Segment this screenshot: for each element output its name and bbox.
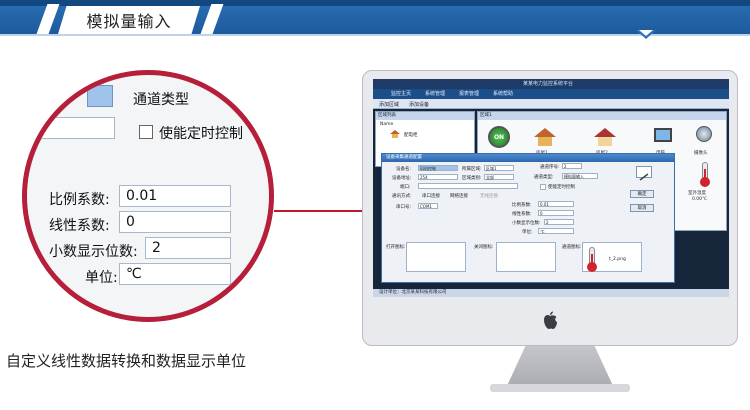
dlg-serial-select[interactable]: COM1 bbox=[418, 203, 438, 209]
area-list-col-name: Name bbox=[380, 122, 394, 127]
dlg-device-name-label: 设备名: bbox=[396, 167, 412, 172]
area-list-header: 区域列表 bbox=[376, 112, 474, 120]
dlg-ratio-label: 比例系数: bbox=[512, 203, 532, 208]
toolbar-add-area[interactable]: 添加区域 bbox=[379, 101, 399, 108]
zoom-dropdown-fragment bbox=[87, 85, 113, 107]
zoom-channel-type-label: 通道类型 bbox=[133, 92, 189, 108]
zoom-unit-input[interactable]: ℃ bbox=[119, 263, 231, 285]
zoom-ratio-input[interactable]: 0.01 bbox=[119, 185, 231, 207]
dlg-area-select[interactable]: 区域1 bbox=[484, 165, 514, 171]
area-tree-item[interactable]: 配电柜 bbox=[404, 132, 418, 138]
dlg-area-type-select[interactable]: 全部 bbox=[484, 174, 514, 180]
dlg-unit-label: 单位: bbox=[522, 230, 533, 235]
dlg-decimal-label: 小数显示位数: bbox=[512, 221, 541, 226]
camera-icon-label: 摄像头 bbox=[694, 151, 708, 156]
menu-item-help[interactable]: 系统帮助 bbox=[493, 90, 513, 97]
zoom-enable-timer-checkbox[interactable] bbox=[139, 125, 153, 139]
menu-item-report[interactable]: 报表管理 bbox=[459, 90, 479, 97]
monitor-stand bbox=[506, 346, 614, 388]
dlg-thermometer-icon bbox=[587, 247, 597, 272]
device-panel-header: 区域1 bbox=[478, 112, 726, 120]
zoom-linear-input[interactable]: 0 bbox=[119, 211, 231, 233]
outdoor-temp-label: 室外温度 bbox=[688, 191, 706, 196]
dlg-channel-type-select[interactable]: 模拟量输入 bbox=[562, 173, 598, 179]
header-notch-icon bbox=[636, 30, 656, 39]
apple-logo-icon bbox=[544, 311, 557, 329]
camera-icon[interactable] bbox=[696, 126, 712, 142]
thermometer-icon[interactable] bbox=[700, 162, 710, 187]
computer-icon[interactable] bbox=[654, 128, 672, 142]
dlg-channel-type-label: 通道类型: bbox=[534, 175, 554, 180]
dlg-area-label: 所属区域: bbox=[462, 167, 482, 172]
dlg-cancel-button[interactable]: 取消 bbox=[630, 204, 654, 212]
house2-icon[interactable] bbox=[594, 128, 616, 146]
dlg-area-type-label: 区域类别: bbox=[462, 176, 482, 181]
header-slash-right bbox=[200, 4, 224, 34]
house-icon[interactable] bbox=[534, 128, 556, 146]
toolbar-add-device[interactable]: 添加设备 bbox=[409, 101, 429, 108]
dlg-channel-icon-box[interactable]: t_2.png bbox=[582, 242, 642, 272]
dlg-port-label: 端口: bbox=[400, 185, 411, 190]
dlg-ratio-input[interactable]: 0.01 bbox=[538, 201, 574, 207]
dlg-radio-network[interactable]: 网络连接 bbox=[450, 193, 468, 199]
caption-text: 自定义线性数据转换和数据显示单位 bbox=[6, 352, 247, 370]
monitor-chin bbox=[363, 299, 737, 345]
app-status-bar: 设计单位：北京某某科技有限公司 bbox=[373, 289, 729, 297]
dlg-device-addr-input[interactable]: 254 bbox=[418, 174, 458, 180]
dlg-linear-label: 线性系数: bbox=[512, 212, 532, 217]
header-banner: 模拟量输入 bbox=[0, 0, 750, 34]
dlg-comm-label: 通讯方式: bbox=[392, 194, 412, 199]
outdoor-temp-value: 0.00℃ bbox=[692, 197, 708, 202]
zoom-enable-timer-label: 使能定时控制 bbox=[159, 126, 243, 142]
zoom-decimal-label: 小数显示位数: bbox=[49, 244, 138, 260]
zoom-ratio-label: 比例系数: bbox=[49, 192, 110, 208]
zoom-unit-label: 单位: bbox=[85, 270, 118, 286]
area-tree-house-icon[interactable] bbox=[390, 130, 400, 138]
dialog-title: 设备采集通道配置 bbox=[382, 154, 674, 162]
dlg-enable-timer-label: 使能定时控制 bbox=[548, 185, 575, 190]
dlg-device-addr-label: 设备地址: bbox=[392, 176, 412, 181]
app-toolbar: 添加区域 添加设备 bbox=[373, 99, 729, 109]
dlg-radio-wireless[interactable]: 无线连接 bbox=[480, 193, 498, 199]
dlg-enable-timer-checkbox[interactable] bbox=[540, 184, 546, 190]
dlg-serial-label: 串口号: bbox=[396, 205, 412, 210]
dlg-unit-input[interactable]: ℃ bbox=[538, 228, 574, 234]
monitor-base bbox=[490, 384, 630, 392]
dlg-radio-serial[interactable]: 串口连接 bbox=[422, 193, 440, 199]
zoom-magnifier: 通道类型 使能定时控制 比例系数: 0.01 线性系数: 0 小数显示位数: 2… bbox=[22, 70, 274, 322]
dlg-port-input[interactable] bbox=[418, 183, 518, 189]
menu-item-home[interactable]: 监控主页 bbox=[391, 90, 411, 97]
menu-item-system[interactable]: 系统管理 bbox=[425, 90, 445, 97]
app-menubar: 监控主页 系统管理 报表管理 系统帮助 bbox=[373, 89, 729, 99]
dlg-linear-input[interactable]: 0 bbox=[538, 210, 574, 216]
page-title: 模拟量输入 bbox=[58, 6, 200, 34]
dlg-channel-icon-label: 通道图标: bbox=[562, 245, 582, 250]
dlg-decimal-input[interactable]: 2 bbox=[544, 219, 574, 225]
app-title-bar: 某某电力监控系统平台 bbox=[373, 79, 729, 89]
dlg-device-name-input[interactable]: 风机控制 bbox=[418, 165, 458, 171]
power-on-icon[interactable]: ON bbox=[488, 126, 510, 148]
zoom-decimal-input[interactable]: 2 bbox=[145, 237, 231, 259]
dlg-ok-button[interactable]: 确定 bbox=[630, 190, 654, 198]
dlg-channel-index-select[interactable]: 2 bbox=[562, 163, 582, 169]
dlg-open-icon-label: 打开图标: bbox=[386, 245, 406, 250]
channel-config-dialog: 设备采集通道配置 设备名: 风机控制 设备地址: 254 端口: 通讯方式: 串… bbox=[381, 153, 675, 283]
dlg-open-icon-box[interactable] bbox=[406, 242, 466, 272]
monitor-screen: 某某电力监控系统平台 监控主页 系统管理 报表管理 系统帮助 添加区域 添加设备… bbox=[373, 79, 729, 297]
dlg-close-icon-box[interactable] bbox=[496, 242, 556, 272]
zoom-linear-label: 线性系数: bbox=[49, 218, 110, 234]
header-band bbox=[0, 0, 750, 6]
dlg-channel-index-label: 通道序号: bbox=[540, 165, 560, 170]
monitor-frame: 某某电力监控系统平台 监控主页 系统管理 报表管理 系统帮助 添加区域 添加设备… bbox=[362, 70, 738, 346]
dlg-close-icon-label: 关闭图标: bbox=[474, 245, 494, 250]
zoom-partial-input[interactable] bbox=[27, 117, 115, 139]
dlg-edit-icon[interactable] bbox=[636, 166, 652, 181]
dlg-icon-filename: t_2.png bbox=[609, 257, 626, 262]
header-slash-left bbox=[36, 4, 60, 34]
